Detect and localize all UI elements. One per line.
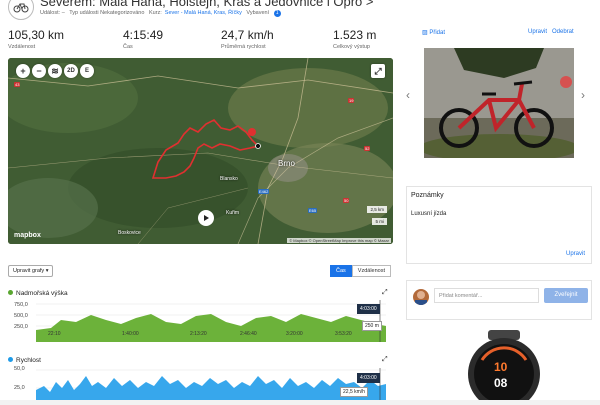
layers-button[interactable]: ≋ <box>48 64 62 78</box>
delete-photo-link[interactable]: Odebrat <box>552 29 574 35</box>
notes-card: Poznámky Luxusní jízda Upravit <box>406 186 592 264</box>
stat-time: 4:15:49 Čas <box>123 28 163 50</box>
road-badge: E462 <box>258 189 270 194</box>
comment-input[interactable]: Přidat komentář... <box>434 288 539 303</box>
fullscreen-icon[interactable]: ⤢ <box>371 64 385 78</box>
road-badge: 43 <box>14 82 21 87</box>
speed-ytick: 25,0 <box>14 385 25 391</box>
stat-avg-speed-label: Průměrná rychlost <box>221 44 266 50</box>
mapbox-logo: mapbox <box>14 232 41 239</box>
route-map[interactable]: + − ≋ 2D E ⤢ Brno Blansko Kuřim Boskovic… <box>8 58 393 244</box>
map-style-button[interactable]: E <box>80 64 94 78</box>
map-label-boskovice: Boskovice <box>118 230 141 236</box>
toggle-distance[interactable]: Vzdálenost <box>351 265 391 277</box>
next-photo-icon[interactable]: › <box>581 88 585 102</box>
elevation-ytick: 250,0 <box>14 324 28 330</box>
toggle-time[interactable]: Čas <box>330 265 352 277</box>
activity-meta: Událost: – Typ události Nekategorizováno… <box>40 10 284 17</box>
stat-avg-speed: 24,7 km/h Průměrná rychlost <box>221 28 274 50</box>
activity-page: Severem: Malá Haná, Holštejn, Kras a Jed… <box>0 0 600 405</box>
activity-photo[interactable] <box>424 48 574 158</box>
edit-photo-link[interactable]: Upravit <box>528 29 547 35</box>
type-dropdown[interactable]: Typ události Nekategorizováno <box>69 10 144 16</box>
stat-ascent: 1.523 m Celkový výstup <box>333 28 376 50</box>
zoom-in-button[interactable]: + <box>16 64 30 78</box>
stat-time-value: 4:15:49 <box>123 28 164 42</box>
map-label-blansko: Blansko <box>220 176 238 182</box>
prev-photo-icon[interactable]: ‹ <box>406 88 410 102</box>
stat-distance-label: Vzdálenost <box>8 44 36 50</box>
post-comment-button[interactable]: Zveřejnit <box>544 288 588 303</box>
elevation-cursor-value: 250 m <box>362 321 382 331</box>
notes-text: Luxusní jízda <box>411 211 447 217</box>
activity-title-text: Severem: Malá Haná, Holštejn, Kras a Jed… <box>40 0 363 9</box>
elevation-xlabel: 3:20:00 <box>286 331 303 337</box>
avatar <box>413 289 429 305</box>
activity-title[interactable]: Severem: Malá Haná, Holštejn, Kras a Jed… <box>40 0 373 9</box>
watch-time-top: 10 <box>494 360 508 374</box>
add-photo-link[interactable]: ▨ Přidat <box>422 29 445 36</box>
stat-time-label: Čas <box>123 44 133 50</box>
zoom-out-button[interactable]: − <box>32 64 46 78</box>
play-icon <box>204 215 209 221</box>
notes-heading: Poznámky <box>411 192 444 199</box>
gear-label[interactable]: Vybavení <box>246 10 269 16</box>
expand-elevation-icon[interactable]: ⤢ <box>382 289 388 297</box>
elevation-chart-area[interactable] <box>36 300 386 342</box>
speed-chart-area[interactable] <box>36 368 386 400</box>
elevation-xlabel: 2:13:20 <box>190 331 207 337</box>
watch-time-bottom: 08 <box>494 376 508 390</box>
elevation-legend-dot <box>8 290 13 295</box>
elevation-xlabel: 2:46:40 <box>240 331 257 337</box>
speed-legend-dot <box>8 357 13 362</box>
gear-count-badge: 1 <box>273 10 281 17</box>
title-chevron-icon: > <box>365 0 374 9</box>
elevation-ytick: 500,0 <box>14 313 28 319</box>
road-badge: E65 <box>308 208 318 213</box>
elevation-xlabel: 1:40:00 <box>122 331 139 337</box>
speed-cursor-time: 4:03:00 <box>357 373 380 383</box>
view-2d-button[interactable]: 2D <box>64 64 78 78</box>
bike-activity-icon <box>8 0 34 20</box>
stat-avg-speed-value: 24,7 km/h <box>221 28 274 42</box>
elevation-ytick: 750,0 <box>14 302 28 308</box>
x-axis-toggle: Čas Vzdálenost <box>330 265 391 277</box>
edit-graphs-dropdown[interactable]: Upravit grafy ▾ <box>8 265 54 277</box>
elevation-xlabel: 3:53:20 <box>335 331 352 337</box>
photos-card: ▨ Přidat Upravit Odebrat ‹ › <box>406 20 592 198</box>
comment-card: Přidat komentář... Zveřejnit <box>406 280 592 320</box>
play-button[interactable] <box>198 210 214 226</box>
elevation-xlabel: 22:10 <box>48 331 61 337</box>
map-label-brno: Brno <box>278 159 295 168</box>
speed-chart-title: Rychlost <box>8 357 41 364</box>
speed-ytick: 50,0 <box>14 366 25 372</box>
watch-image: 10 08 <box>464 330 544 405</box>
summary-stats: 105,30 km Vzdálenost 4:15:49 Čas 24,7 km… <box>8 28 398 56</box>
speed-title-text: Rychlost <box>16 357 41 364</box>
stat-ascent-value: 1.523 m <box>333 28 377 42</box>
elevation-title-text: Nadmořská výška <box>16 290 68 297</box>
elevation-chart-title: Nadmořská výška <box>8 290 68 297</box>
road-badge: 50 <box>343 198 350 203</box>
course-label: Kurz: <box>148 10 162 16</box>
stat-distance-value: 105,30 km <box>8 28 65 42</box>
road-badge: 52 <box>364 146 371 151</box>
edit-notes-link[interactable]: Upravit <box>566 251 585 257</box>
map-scale-mi: 5 mi <box>372 218 387 225</box>
right-column: ▨ Přidat Upravit Odebrat ‹ › Poznámky Lu… <box>406 0 600 405</box>
speed-cursor-value: 22,5 km/h <box>340 387 368 397</box>
course-link[interactable]: Sever - Malá Haná, Kras, Říčky <box>165 10 242 16</box>
elevation-cursor-time: 4:03:00 <box>357 304 380 314</box>
map-attribution[interactable]: © Mapbox © OpenStreetMap Improve this ma… <box>287 238 391 243</box>
stat-distance: 105,30 km Vzdálenost <box>8 28 64 50</box>
map-scale-km: 2,5 km <box>367 206 387 213</box>
map-label-kurim: Kuřim <box>226 210 240 216</box>
stat-ascent-label: Celkový výstup <box>333 44 370 50</box>
road-badge: 19 <box>348 98 355 103</box>
expand-speed-icon[interactable]: ⤢ <box>382 356 388 364</box>
photo-bike-image <box>424 48 574 158</box>
add-photo-label: Přidat <box>429 30 446 36</box>
event-dropdown[interactable]: Událost: – <box>40 10 65 16</box>
